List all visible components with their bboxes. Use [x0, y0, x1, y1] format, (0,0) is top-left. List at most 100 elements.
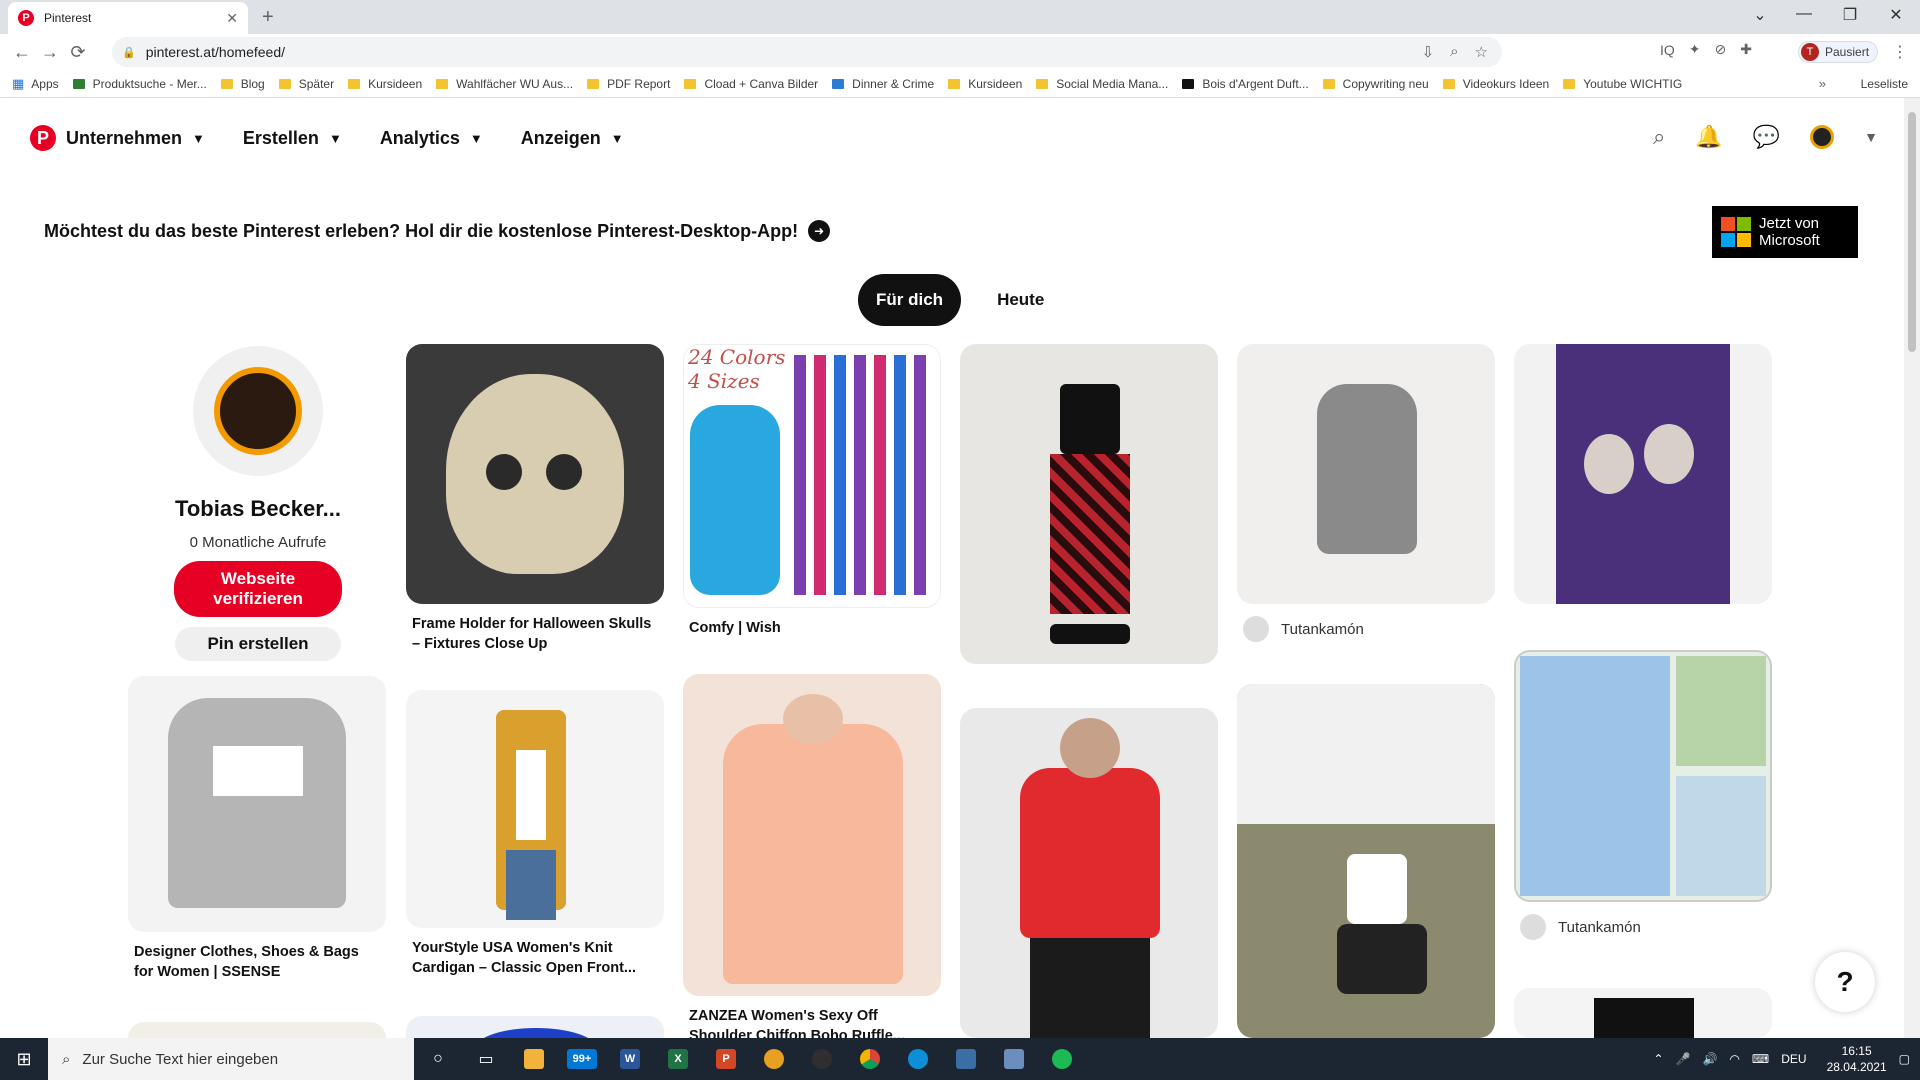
spotify-icon[interactable] [1038, 1038, 1086, 1080]
nav-erstellen[interactable]: Erstellen ▼ [243, 128, 342, 149]
microsoft-store-button[interactable]: Jetzt von Microsoft [1712, 206, 1858, 258]
pin-card[interactable] [1237, 684, 1495, 1038]
pin-card[interactable] [1514, 344, 1772, 604]
back-icon[interactable]: ← [8, 42, 36, 63]
nav-unternehmen[interactable]: Unternehmen ▼ [66, 128, 205, 149]
volume-icon[interactable]: 🔊 [1702, 1052, 1717, 1066]
restore-icon[interactable]: ❐ [1840, 5, 1860, 25]
pin-card[interactable]: Designer Clothes, Shoes & Bags for Women… [128, 676, 386, 982]
excel-icon[interactable]: X [654, 1038, 702, 1080]
bookmark-item[interactable]: Produktsuche - Mer... [72, 77, 207, 91]
microphone-icon[interactable]: 🎤 [1676, 1052, 1691, 1066]
pin-author[interactable]: Tutankamón [1237, 616, 1495, 642]
bookmark-star-icon[interactable]: ☆ [1475, 43, 1488, 61]
pin-card[interactable]: Frame Holder for Halloween Skulls – Fixt… [406, 344, 664, 654]
pin-card[interactable] [406, 1016, 664, 1038]
minimize-icon[interactable]: — [1794, 5, 1814, 23]
bookmark-apps[interactable]: ▦ Apps [12, 76, 59, 92]
pin-card[interactable]: Tutankamón [1514, 650, 1772, 940]
install-app-icon[interactable]: ⇩ [1422, 43, 1435, 61]
mail-icon[interactable]: 99+ [558, 1038, 606, 1080]
page-scrollbar[interactable] [1904, 98, 1920, 1038]
verify-website-button[interactable]: Webseite verifizieren [174, 561, 342, 617]
word-icon[interactable]: W [606, 1038, 654, 1080]
address-bar[interactable]: 🔒 pinterest.at/homefeed/ ⇩ ⌕ ☆ [112, 37, 1502, 67]
pinterest-logo-icon[interactable]: P [30, 125, 56, 151]
language-indicator[interactable]: DEU [1781, 1052, 1806, 1066]
tab-search-icon[interactable]: ⌄ [1750, 5, 1770, 25]
show-hidden-icons-icon[interactable]: ⌃ [1653, 1052, 1663, 1066]
powerpoint-icon[interactable]: P [702, 1038, 750, 1080]
pin-card[interactable]: 24 Colors 4 Sizes Comfy | Wish [683, 344, 941, 638]
scrollbar-thumb[interactable] [1908, 112, 1916, 352]
pin-image [406, 344, 664, 604]
nav-analytics[interactable]: Analytics ▼ [380, 128, 483, 149]
feed-tabs: Für dich Heute [858, 274, 1062, 326]
bookmark-folder[interactable]: Später [278, 77, 334, 91]
keyboard-icon[interactable]: ⌨ [1752, 1052, 1769, 1066]
cortana-icon[interactable]: ○ [414, 1038, 462, 1080]
forward-icon[interactable]: → [36, 42, 64, 63]
app-icon[interactable] [750, 1038, 798, 1080]
user-avatar[interactable] [1810, 125, 1835, 149]
bookmark-folder[interactable]: Wahlfächer WU Aus... [436, 77, 573, 91]
chrome-icon[interactable] [846, 1038, 894, 1080]
bookmark-folder[interactable]: Kursideen [348, 77, 422, 91]
nav-anzeigen[interactable]: Anzeigen ▼ [521, 128, 624, 149]
pin-card[interactable]: ZANZEA Women's Sexy Off Shoulder Chiffon… [683, 674, 941, 1038]
tab-fuer-dich[interactable]: Für dich [858, 274, 962, 326]
tab-pinterest[interactable]: P Pinterest ✕ [8, 2, 248, 34]
create-pin-button[interactable]: Pin erstellen [175, 627, 341, 661]
close-tab-icon[interactable]: ✕ [226, 10, 238, 27]
account-chevron-down-icon[interactable]: ▼ [1864, 129, 1878, 145]
zoom-icon[interactable]: ⌕ [1450, 43, 1458, 61]
bookmark-folder[interactable]: Kursideen [948, 77, 1022, 91]
file-explorer-icon[interactable] [510, 1038, 558, 1080]
pin-card[interactable] [128, 1022, 386, 1038]
pin-card[interactable] [1514, 988, 1772, 1038]
tab-heute[interactable]: Heute [979, 274, 1062, 326]
close-window-icon[interactable]: ✕ [1886, 5, 1906, 25]
task-view-icon[interactable]: ▭ [462, 1038, 510, 1080]
profile-name[interactable]: Tobias Becker... [128, 496, 388, 522]
notifications-bell-icon[interactable]: 🔔 [1695, 124, 1722, 150]
bookmark-folder[interactable]: Youtube WICHTIG [1563, 77, 1682, 91]
arrow-right-icon[interactable]: ➜ [808, 220, 831, 242]
edge-icon[interactable] [894, 1038, 942, 1080]
extension-adblock-icon[interactable]: ⊘ [1715, 41, 1727, 58]
bookmark-folder[interactable]: Cload + Canva Bilder [684, 77, 818, 91]
pin-card[interactable]: Tutankamón [1237, 344, 1495, 642]
bookmark-folder[interactable]: Copywriting neu [1322, 77, 1429, 91]
extension-icon[interactable]: ✦ [1689, 41, 1701, 58]
bookmark-folder[interactable]: Blog [220, 77, 265, 91]
pin-author[interactable]: Tutankamón [1514, 914, 1772, 940]
help-button[interactable]: ? [1815, 952, 1875, 1012]
extensions-puzzle-icon[interactable]: ✚ [1740, 41, 1752, 58]
clock[interactable]: 16:15 28.04.2021 [1827, 1043, 1887, 1075]
bookmark-item[interactable]: Dinner & Crime [832, 77, 934, 91]
pin-card[interactable] [960, 708, 1218, 1038]
reload-icon[interactable]: ⟳ [64, 42, 92, 63]
bookmark-folder[interactable]: PDF Report [587, 77, 670, 91]
notification-center-icon[interactable]: ▢ [1899, 1052, 1910, 1066]
app-icon[interactable] [942, 1038, 990, 1080]
reading-list[interactable]: Leseliste [1861, 77, 1908, 91]
extension-iq-icon[interactable]: IQ [1660, 42, 1675, 58]
more-bookmarks-icon[interactable]: » [1819, 76, 1826, 91]
bookmark-item[interactable]: Bois d'Argent Duft... [1182, 77, 1309, 91]
messages-icon[interactable]: 💬 [1753, 124, 1780, 150]
browser-menu-icon[interactable]: ⋮ [1892, 42, 1908, 62]
windows-start-icon[interactable]: ⊞ [0, 1038, 48, 1080]
bookmark-folder[interactable]: Social Media Mana... [1036, 77, 1168, 91]
pin-card[interactable]: YourStyle USA Women's Knit Cardigan – Cl… [406, 690, 664, 978]
new-tab-icon[interactable]: + [262, 6, 274, 29]
app-icon[interactable] [990, 1038, 1038, 1080]
taskbar-search[interactable]: ⌕ Zur Suche Text hier eingeben [48, 1038, 414, 1080]
wifi-icon[interactable]: ◠ [1729, 1052, 1739, 1066]
obs-icon[interactable] [798, 1038, 846, 1080]
profile-avatar[interactable] [193, 346, 323, 476]
profile-button[interactable]: T Pausiert [1798, 41, 1879, 63]
bookmark-folder[interactable]: Videokurs Ideen [1442, 77, 1549, 91]
search-icon[interactable]: ⌕ [1653, 124, 1665, 150]
pin-card[interactable] [960, 344, 1218, 674]
